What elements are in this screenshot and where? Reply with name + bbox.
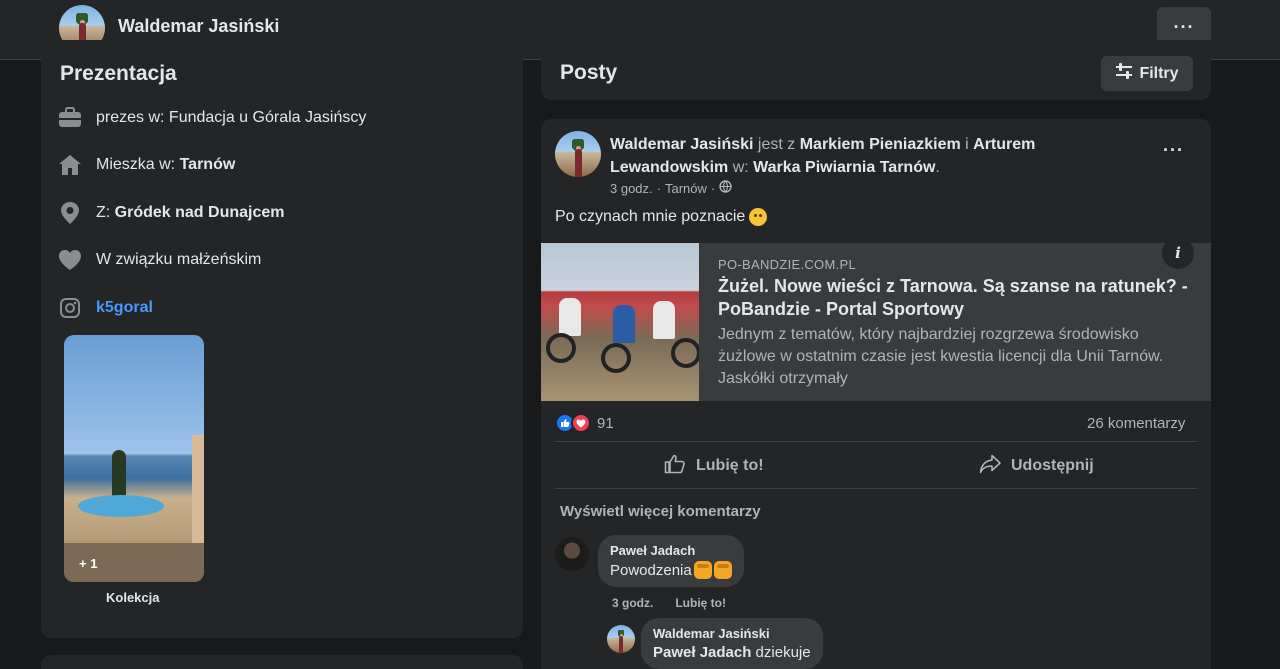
intro-card: Prezentacja prezes w: Fundacja u Górala … — [41, 40, 523, 638]
smile-emoji-icon — [749, 208, 768, 226]
reply-text-content: dziekuje — [751, 644, 811, 661]
like-label: Lubię to! — [696, 457, 764, 474]
more-dots-icon: ··· — [1173, 17, 1195, 37]
more-dots-icon: ··· — [1163, 140, 1184, 160]
intro-instagram: k5goral — [58, 296, 153, 320]
globe-icon — [719, 180, 732, 196]
link-preview-image — [541, 243, 699, 401]
comment-time[interactable]: 3 godz. — [612, 596, 653, 610]
post-location[interactable]: Tarnów — [665, 181, 707, 196]
meta-separator: · — [710, 180, 716, 196]
collection-photo — [64, 335, 204, 582]
filter-label: Filtry — [1139, 64, 1179, 82]
share-button[interactable]: Udostępnij — [979, 451, 1094, 481]
post-card: Waldemar Jasiński jest z Markiem Pieniaz… — [541, 119, 1211, 669]
filter-sliders-icon — [1115, 63, 1133, 84]
meta-separator: · — [656, 180, 661, 196]
tagged-user-1[interactable]: Markiem Pieniazkiem — [800, 136, 961, 153]
info-icon[interactable]: i — [1162, 237, 1194, 269]
link-description: Jednym z tematów, który najbardziej rozg… — [718, 326, 1164, 387]
avatar-photo — [607, 625, 635, 653]
intro-title: Prezentacja — [60, 62, 177, 85]
intro-relationship: W związku małżeńskim — [58, 248, 261, 272]
intro-home-prefix: Mieszka w: — [96, 156, 180, 173]
share-arrow-icon — [979, 454, 1001, 479]
post-message: Po czynach mnie poznacie — [555, 208, 768, 226]
divider — [555, 488, 1197, 489]
reply-bubble: Waldemar Jasiński Paweł Jadach dziekuje — [641, 618, 823, 669]
reaction-count: 91 — [597, 414, 614, 432]
intro-from-value[interactable]: Gródek nad Dunajcem — [115, 204, 285, 221]
commenter-avatar[interactable] — [555, 537, 589, 571]
avatar-photo — [555, 131, 601, 177]
post-options-button[interactable]: ··· — [1163, 141, 1184, 161]
post-at-text: w: — [728, 159, 754, 176]
comment-text-content: Powodzenia — [610, 561, 692, 579]
thumbs-up-icon — [664, 454, 686, 479]
intro-home: Mieszka w: Tarnów — [58, 153, 235, 177]
tagged-place[interactable]: Warka Piwiarnia Tarnów — [753, 159, 935, 176]
reply-text: Paweł Jadach dziekuje — [653, 644, 811, 661]
link-title[interactable]: Żużel. Nowe wieści z Tarnowa. Są szanse … — [718, 275, 1198, 321]
collection-thumbnail[interactable]: + 1 — [64, 335, 204, 582]
comment-like-button[interactable]: Lubię to! — [675, 596, 726, 610]
post-end-text: . — [935, 159, 940, 176]
fist-emoji-icon — [693, 561, 712, 579]
reactions-summary[interactable]: 91 — [555, 413, 614, 433]
collection-count: + 1 — [79, 556, 98, 571]
link-preview[interactable]: PO-BANDZIE.COM.PL Żużel. Nowe wieści z T… — [541, 237, 1211, 401]
intro-work-text: prezes w: Fundacja u Górala Jasińscy — [96, 109, 367, 126]
reply-avatar[interactable] — [607, 625, 635, 653]
intro-from-prefix: Z: — [96, 204, 115, 221]
location-pin-icon — [58, 201, 82, 225]
reply-mention[interactable]: Paweł Jadach — [653, 644, 751, 661]
post-header-text: Waldemar Jasiński jest z Markiem Pieniaz… — [610, 133, 1130, 179]
reaction-icons — [555, 413, 591, 433]
comment-author[interactable]: Paweł Jadach — [610, 543, 732, 558]
post-with-text: jest z — [753, 136, 800, 153]
post-message-text: Po czynach mnie poznacie — [555, 208, 746, 225]
love-reaction-icon — [571, 413, 591, 433]
post-time[interactable]: 3 godz. — [610, 181, 653, 196]
comment-bubble: Paweł Jadach Powodzenia — [598, 535, 744, 587]
intro-from: Z: Gródek nad Dunajcem — [58, 201, 285, 225]
home-icon — [58, 153, 82, 177]
intro-relationship-text: W związku małżeńskim — [96, 251, 262, 268]
intro-work: prezes w: Fundacja u Górala Jasińscy — [58, 106, 366, 130]
view-more-comments-link[interactable]: Wyświetl więcej komentarzy — [560, 503, 761, 520]
reply-author[interactable]: Waldemar Jasiński — [653, 626, 811, 641]
instagram-link[interactable]: k5goral — [96, 299, 153, 317]
post-and-text: i — [960, 136, 974, 153]
filter-button[interactable]: Filtry — [1101, 56, 1193, 91]
link-domain: PO-BANDZIE.COM.PL — [718, 257, 857, 272]
post-meta: 3 godz. · Tarnów · — [610, 180, 732, 196]
comment-meta: 3 godz. Lubię to! — [612, 596, 726, 610]
posts-header-card: Posty Filtry — [541, 40, 1211, 100]
posts-title: Posty — [560, 61, 618, 84]
divider — [555, 441, 1197, 442]
next-intro-card — [41, 655, 523, 669]
collection-label[interactable]: Kolekcja — [106, 590, 159, 605]
like-button[interactable]: Lubię to! — [664, 451, 764, 481]
post-author-name[interactable]: Waldemar Jasiński — [610, 136, 753, 153]
post-author-avatar[interactable] — [555, 131, 601, 177]
briefcase-icon — [58, 106, 82, 130]
fist-emoji-icon — [713, 561, 732, 579]
share-label: Udostępnij — [1011, 457, 1094, 474]
comments-count[interactable]: 26 komentarzy — [1087, 415, 1185, 432]
instagram-icon — [58, 296, 82, 320]
intro-home-value[interactable]: Tarnów — [180, 156, 236, 173]
profile-name[interactable]: Waldemar Jasiński — [118, 16, 279, 37]
comment-text: Powodzenia — [610, 561, 732, 579]
heart-icon — [58, 248, 82, 272]
